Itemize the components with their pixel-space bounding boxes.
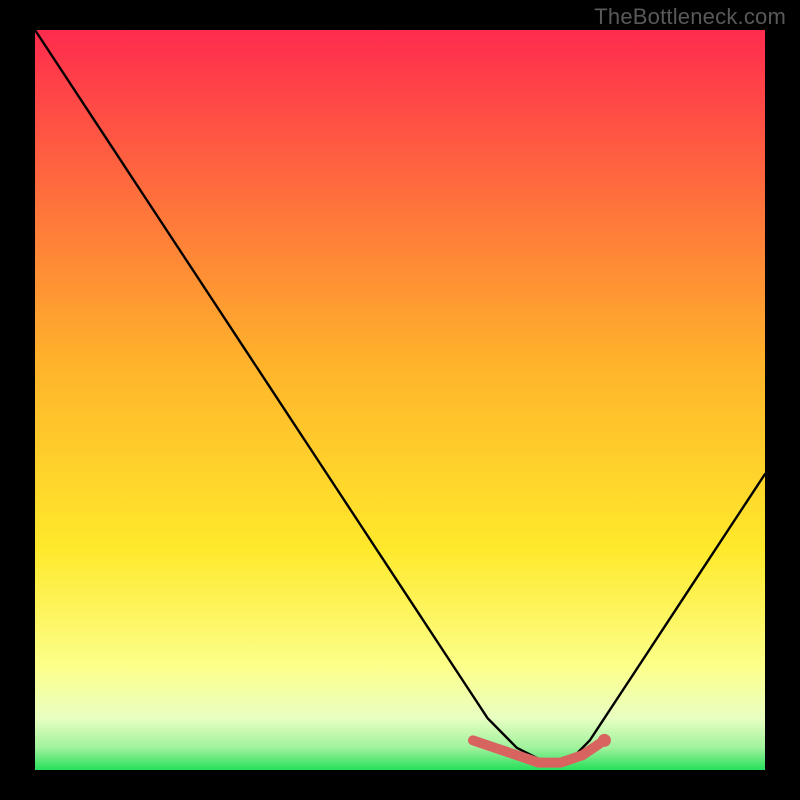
bottleneck-chart xyxy=(35,30,765,770)
chart-background xyxy=(35,30,765,770)
chart-frame: TheBottleneck.com xyxy=(0,0,800,800)
watermark-text: TheBottleneck.com xyxy=(594,4,786,30)
optimal-point-marker xyxy=(598,734,611,747)
